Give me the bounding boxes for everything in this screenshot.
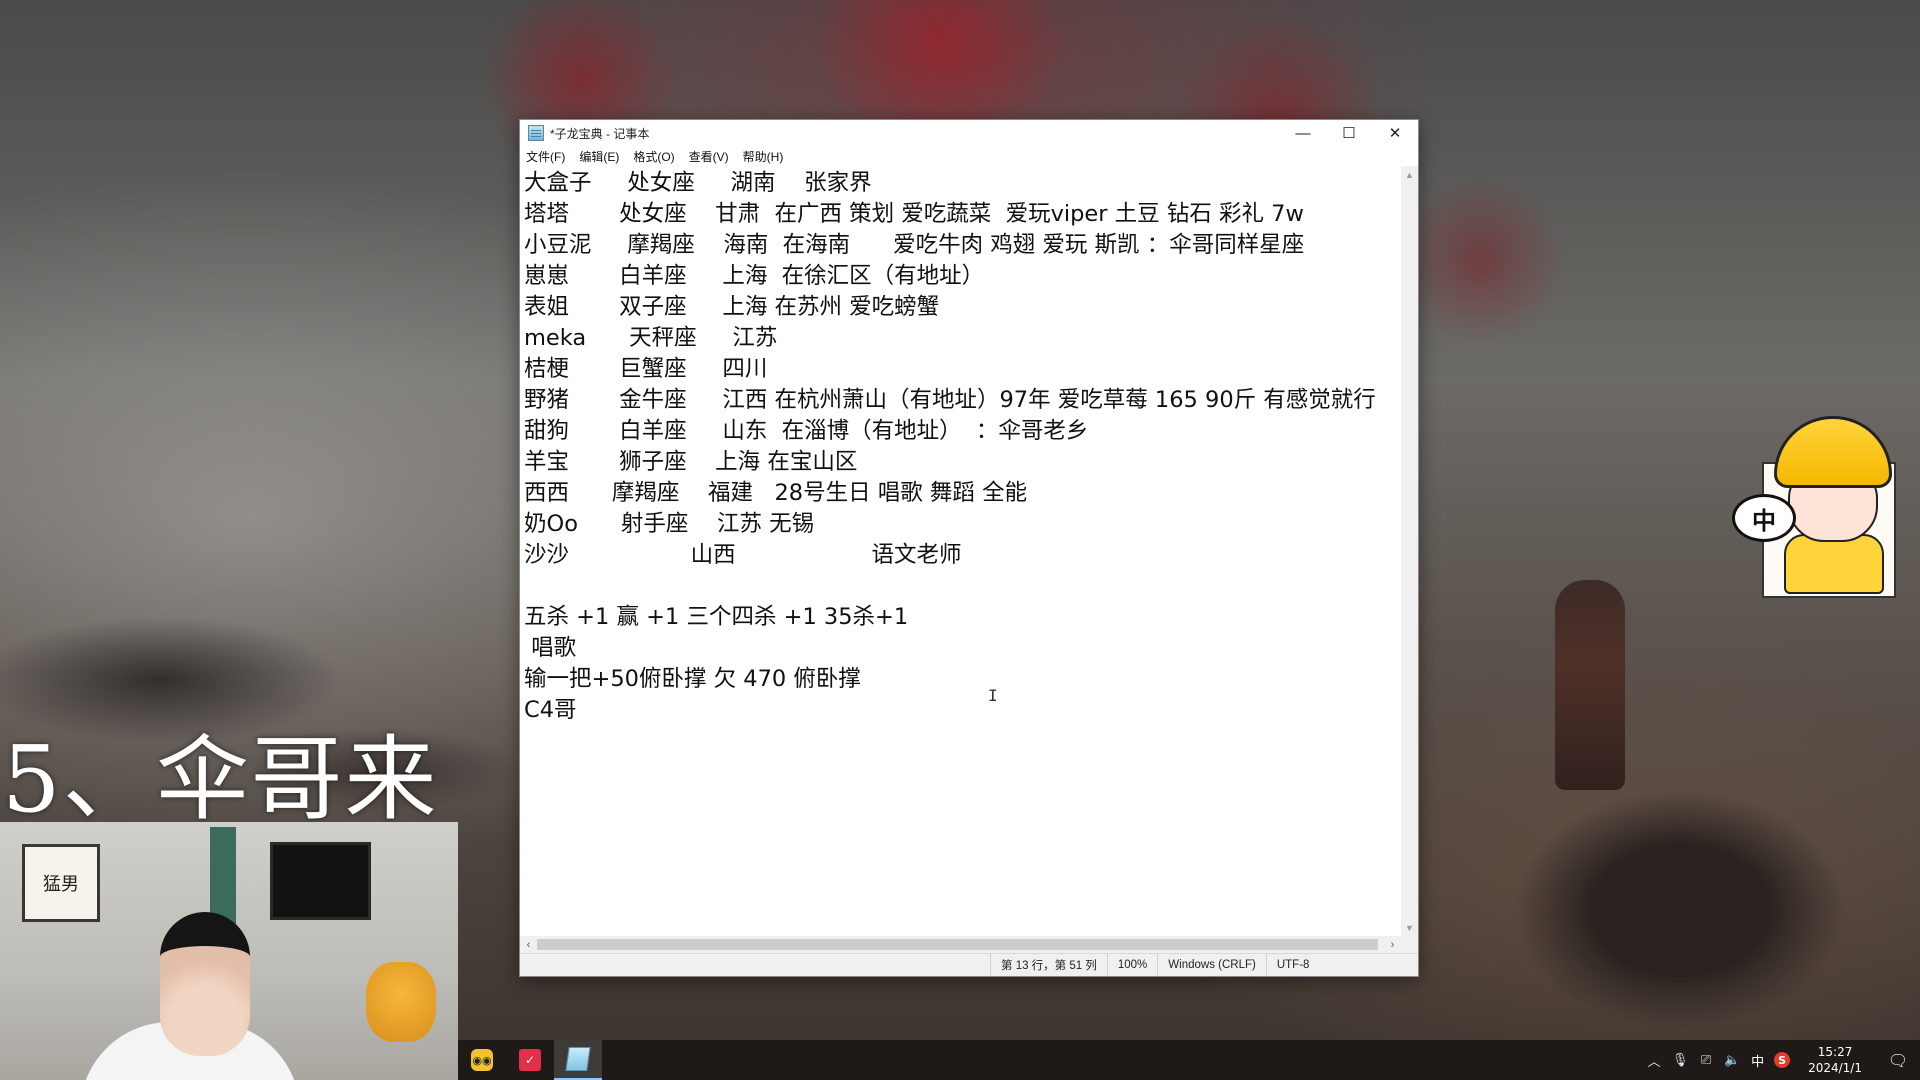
clock-time: 15:27 — [1817, 1045, 1853, 1059]
wallpaper-rock — [1480, 760, 1920, 1040]
microphone-icon[interactable]: 🎙 — [1669, 1053, 1691, 1068]
scroll-left-icon[interactable]: ‹ — [520, 936, 537, 953]
minimize-button[interactable]: — — [1280, 120, 1326, 146]
sogou-s-icon[interactable]: S — [1774, 1052, 1791, 1068]
zoom-level: 100% — [1106, 954, 1157, 976]
menu-bar: 文件(F) 编辑(E) 格式(O) 查看(V) 帮助(H) — [520, 146, 1418, 166]
notepad-icon — [528, 125, 544, 141]
cursor-position: 第 13 行，第 51 列 — [990, 954, 1107, 976]
encoding: UTF-8 — [1265, 954, 1320, 976]
notepad-window: *子龙宝典 - 记事本 — ☐ ✕ 文件(F) 编辑(E) 格式(O) 查看(V… — [519, 119, 1419, 977]
document-text[interactable]: 大盒子 处女座 湖南 张家界 塔塔 处女座 甘肃 在广西 策划 爱吃蔬菜 爱玩v… — [520, 166, 1400, 728]
wallpaper-warrior — [1555, 580, 1625, 790]
status-bar: 第 13 行，第 51 列 100% Windows (CRLF) UTF-8 — [520, 953, 1418, 976]
taskbar-red-app[interactable]: ✓ — [506, 1040, 554, 1080]
speech-bubble: 中 — [1732, 494, 1796, 542]
volume-icon[interactable]: 🔈 — [1721, 1053, 1743, 1068]
helmet-icon — [1774, 416, 1892, 488]
taskbar-notepad-app[interactable] — [554, 1040, 602, 1080]
line-ending: Windows (CRLF) — [1157, 954, 1266, 976]
notification-icon[interactable]: 🗨 — [1876, 1051, 1920, 1070]
window-title: *子龙宝典 - 记事本 — [550, 126, 650, 141]
menu-help[interactable]: 帮助(H) — [743, 148, 784, 165]
vertical-scroll-track[interactable] — [1401, 183, 1418, 919]
red-app-icon: ✓ — [519, 1049, 541, 1071]
webcam-feed: 猛男 — [0, 822, 458, 1080]
ibeam-cursor-icon: I — [988, 686, 998, 705]
owl-icon: ◉◉ — [471, 1049, 493, 1071]
wall-poster — [270, 842, 371, 920]
menu-file[interactable]: 文件(F) — [526, 148, 565, 165]
horizontal-scrollbar[interactable]: ‹ › — [520, 936, 1401, 953]
streamer-head — [160, 912, 250, 1056]
clock-date: 2024/1/1 — [1808, 1061, 1862, 1075]
input-method-indicator[interactable]: 中 — [1751, 1051, 1764, 1070]
plush-toy — [366, 962, 436, 1042]
scroll-down-icon[interactable]: ▼ — [1401, 919, 1418, 936]
text-editor[interactable]: 大盒子 处女座 湖南 张家界 塔塔 处女座 甘肃 在广西 策划 爱吃蔬菜 爱玩v… — [520, 166, 1400, 936]
scroll-corner — [1401, 936, 1418, 953]
close-button[interactable]: ✕ — [1372, 120, 1418, 146]
calligraphy-frame: 猛男 — [22, 844, 100, 922]
show-hidden-icons-icon[interactable]: ︿ — [1643, 1051, 1665, 1070]
maximize-button[interactable]: ☐ — [1326, 120, 1372, 146]
streamer — [80, 912, 300, 1080]
horizontal-scroll-thumb[interactable] — [537, 939, 1378, 950]
taskbar-owl-app[interactable]: ◉◉ — [458, 1040, 506, 1080]
notepad-taskbar-icon — [565, 1047, 591, 1071]
title-bar[interactable]: *子龙宝典 - 记事本 — ☐ ✕ — [520, 120, 1418, 146]
mascot-sticker: 中 — [1732, 416, 1896, 598]
menu-format[interactable]: 格式(O) — [633, 148, 674, 165]
vertical-scrollbar[interactable]: ▲ ▼ — [1401, 166, 1418, 936]
scroll-up-icon[interactable]: ▲ — [1401, 166, 1418, 183]
network-icon[interactable]: ⎚ — [1695, 1053, 1717, 1068]
stream-overlay-title: 5、伞哥来 — [2, 726, 439, 833]
system-tray: ︿ 🎙 ⎚ 🔈 中 S 15:27 2024/1/1 🗨 — [1641, 1040, 1920, 1080]
taskbar: ◉◉ ✓ ︿ 🎙 ⎚ 🔈 中 S 15:27 2024/1/1 🗨 — [458, 1040, 1920, 1080]
menu-edit[interactable]: 编辑(E) — [579, 148, 619, 165]
clock[interactable]: 15:27 2024/1/1 — [1808, 1044, 1862, 1076]
scroll-right-icon[interactable]: › — [1384, 936, 1401, 953]
menu-view[interactable]: 查看(V) — [689, 148, 729, 165]
mascot-body — [1784, 534, 1884, 594]
